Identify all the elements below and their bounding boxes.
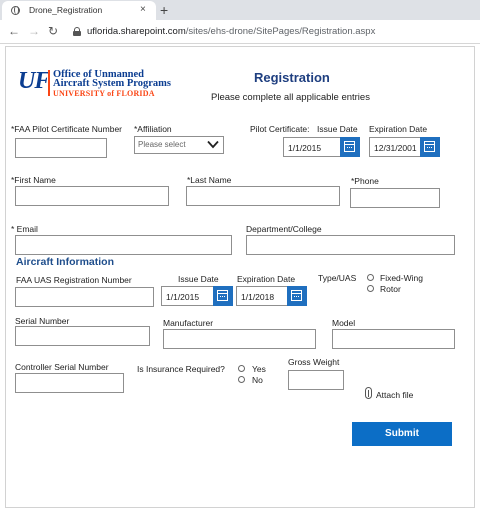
uas-registration-label: FAA UAS Registration Number bbox=[16, 275, 132, 285]
page-title: Registration bbox=[254, 70, 330, 85]
rotor-radio[interactable] bbox=[367, 285, 374, 292]
aircraft-section-title: Aircraft Information bbox=[16, 256, 115, 268]
email-input[interactable] bbox=[15, 235, 232, 255]
uas-issue-date-picker[interactable]: 1/1/2015 bbox=[161, 286, 233, 306]
new-tab-button[interactable]: + bbox=[160, 2, 168, 18]
back-arrow-icon[interactable]: ← bbox=[8, 24, 20, 38]
calendar-button[interactable] bbox=[340, 137, 360, 157]
insurance-no-label: No bbox=[252, 375, 263, 385]
chevron-down-icon bbox=[207, 140, 219, 149]
controller-serial-label: Controller Serial Number bbox=[15, 362, 109, 372]
model-input[interactable] bbox=[332, 329, 455, 349]
uas-expiration-date-value: 1/1/2018 bbox=[241, 292, 275, 302]
calendar-button[interactable] bbox=[213, 286, 233, 306]
fixed-wing-radio[interactable] bbox=[367, 274, 374, 281]
department-input[interactable] bbox=[246, 235, 455, 255]
url-host: uflorida.sharepoint.com bbox=[87, 26, 186, 37]
tab-title: Drone_Registration bbox=[29, 5, 103, 15]
uas-registration-input[interactable] bbox=[15, 287, 154, 307]
first-name-input[interactable] bbox=[15, 186, 169, 206]
affiliation-label: *Affiliation bbox=[134, 124, 172, 134]
uf-logo-mark: UF bbox=[18, 68, 50, 94]
first-name-label: *First Name bbox=[11, 175, 56, 185]
attach-file-link[interactable]: Attach file bbox=[376, 390, 413, 400]
browser-tab-bar: Drone_Registration × + bbox=[0, 0, 480, 20]
forward-arrow-icon[interactable]: → bbox=[28, 24, 40, 38]
logo-line-3: UNIVERSITY of FLORIDA bbox=[53, 89, 155, 98]
uas-expiration-date-picker[interactable]: 1/1/2018 bbox=[236, 286, 307, 306]
insurance-yes-label: Yes bbox=[252, 364, 266, 374]
model-label: Model bbox=[332, 318, 356, 328]
page-subtitle: Please complete all applicable entries bbox=[211, 92, 370, 103]
calendar-icon bbox=[217, 290, 228, 301]
pilot-expiration-date-picker[interactable]: 12/31/2001 bbox=[369, 137, 440, 157]
logo-divider bbox=[48, 70, 50, 96]
rotor-option-label: Rotor bbox=[380, 284, 401, 294]
url-path: /sites/ehs-drone/SitePages/Registration.… bbox=[185, 26, 376, 37]
paperclip-icon[interactable] bbox=[365, 387, 372, 399]
pilot-issue-date-picker[interactable]: 1/1/2015 bbox=[283, 137, 360, 157]
phone-label: *Phone bbox=[351, 176, 379, 186]
calendar-icon bbox=[291, 290, 302, 301]
email-label: * Email bbox=[11, 224, 38, 234]
uas-issue-date-label: Issue Date bbox=[178, 274, 219, 284]
affiliation-select[interactable]: Please select bbox=[134, 136, 224, 154]
affiliation-placeholder: Please select bbox=[138, 140, 186, 149]
insurance-no-radio[interactable] bbox=[238, 376, 245, 383]
calendar-button[interactable] bbox=[287, 286, 307, 306]
last-name-label: *Last Name bbox=[187, 175, 232, 185]
pilot-cert-label: Pilot Certificate: bbox=[250, 124, 310, 134]
pilot-issue-date-label: Issue Date bbox=[317, 124, 358, 134]
fixed-wing-option-label: Fixed-Wing bbox=[380, 273, 423, 283]
gross-weight-input[interactable] bbox=[288, 370, 344, 390]
manufacturer-label: Manufacturer bbox=[163, 318, 214, 328]
serial-number-label: Serial Number bbox=[15, 316, 70, 326]
type-uas-label: Type/UAS bbox=[318, 273, 357, 283]
submit-button[interactable]: Submit bbox=[352, 422, 452, 446]
reload-icon[interactable]: ↻ bbox=[48, 24, 58, 38]
serial-number-input[interactable] bbox=[15, 326, 150, 346]
globe-icon bbox=[11, 6, 20, 15]
insurance-label: Is Insurance Required? bbox=[137, 364, 225, 374]
insurance-yes-radio[interactable] bbox=[238, 365, 245, 372]
address-bar: ← → ↻ uflorida.sharepoint.com/sites/ehs-… bbox=[0, 20, 480, 44]
controller-serial-input[interactable] bbox=[15, 373, 124, 393]
calendar-button[interactable] bbox=[420, 137, 440, 157]
faa-pilot-cert-label: *FAA Pilot Certificate Number bbox=[11, 124, 123, 134]
uas-expiration-date-label: Expiration Date bbox=[237, 274, 296, 284]
gross-weight-label: Gross Weight bbox=[288, 357, 340, 367]
calendar-icon bbox=[344, 141, 355, 152]
last-name-input[interactable] bbox=[186, 186, 340, 206]
logo-line-2: Aircraft System Programs bbox=[53, 78, 171, 89]
lock-icon[interactable] bbox=[73, 27, 81, 36]
tab-close-icon[interactable]: × bbox=[140, 4, 146, 15]
calendar-icon bbox=[424, 141, 435, 152]
uas-issue-date-value: 1/1/2015 bbox=[166, 292, 200, 302]
pilot-expiration-date-value: 12/31/2001 bbox=[374, 143, 417, 153]
manufacturer-input[interactable] bbox=[163, 329, 316, 349]
department-label: Department/College bbox=[246, 224, 322, 234]
url-field[interactable]: uflorida.sharepoint.com/sites/ehs-drone/… bbox=[87, 26, 375, 37]
pilot-issue-date-value: 1/1/2015 bbox=[288, 143, 322, 153]
phone-input[interactable] bbox=[350, 188, 440, 208]
pilot-expiration-date-label: Expiration Date bbox=[369, 124, 428, 134]
browser-tab[interactable]: Drone_Registration × bbox=[2, 1, 156, 20]
faa-pilot-cert-input[interactable] bbox=[15, 138, 107, 158]
